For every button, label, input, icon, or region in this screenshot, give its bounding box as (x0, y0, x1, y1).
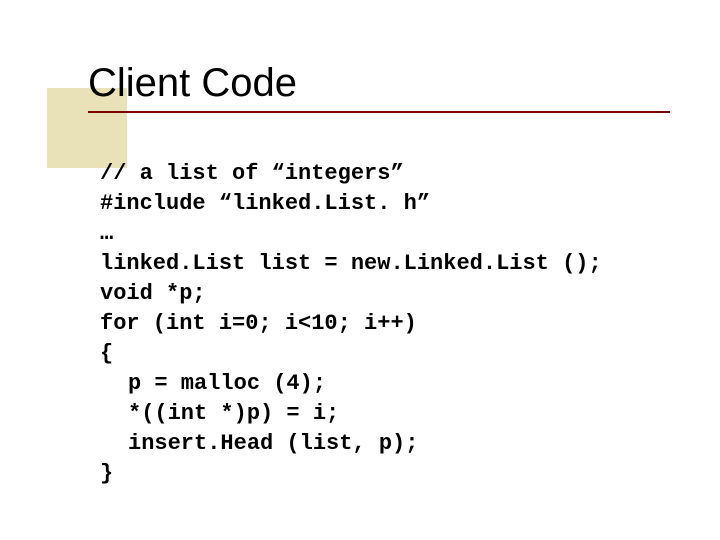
code-line: } (100, 461, 113, 486)
title-wrap: Client Code (88, 62, 297, 104)
code-line: linked.List list = new.Linked.List (); (100, 251, 602, 276)
code-line: p = malloc (4); (128, 371, 326, 396)
code-block: // a list of “integers” #include “linked… (100, 159, 602, 489)
code-line: insert.Head (list, p); (128, 431, 418, 456)
code-line: { (100, 341, 113, 366)
code-line: *((int *)p) = i; (128, 401, 339, 426)
code-line: #include “linked.List. h” (100, 191, 430, 216)
code-line: for (int i=0; i<10; i++) (100, 311, 417, 336)
code-line: … (100, 221, 113, 246)
code-line: // a list of “integers” (100, 161, 404, 186)
title-underline (88, 111, 670, 113)
slide: Client Code // a list of “integers” #inc… (0, 0, 720, 540)
slide-title: Client Code (88, 62, 297, 104)
code-line: void *p; (100, 281, 206, 306)
